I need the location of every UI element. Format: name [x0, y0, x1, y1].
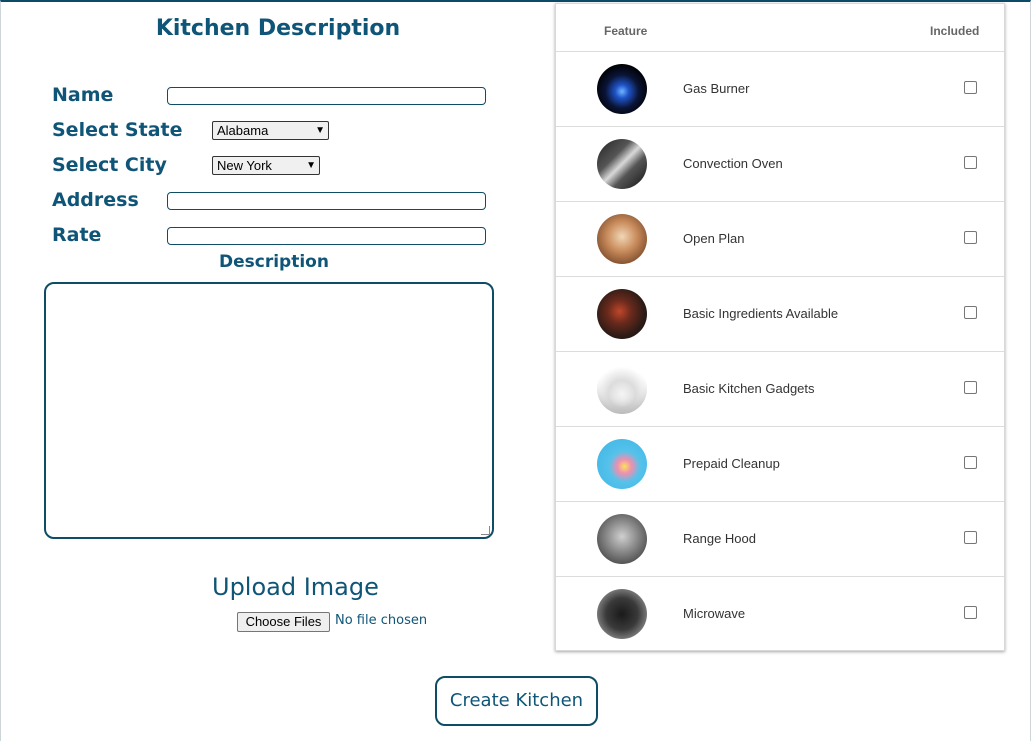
features-table: Feature Included Gas Burner Convection O…	[555, 3, 1005, 651]
feature-label: Convection Oven	[683, 156, 783, 171]
feature-row: Prepaid Cleanup	[556, 426, 1004, 502]
city-select[interactable]: New York ▼	[212, 156, 320, 175]
name-label: Name	[52, 84, 114, 106]
microwave-photo-icon	[597, 589, 647, 639]
feature-row: Open Plan	[556, 201, 1004, 277]
feature-row: Range Hood	[556, 501, 1004, 577]
feature-label: Basic Kitchen Gadgets	[683, 381, 815, 396]
included-checkbox[interactable]	[964, 456, 977, 469]
rate-input[interactable]	[167, 227, 486, 245]
included-checkbox[interactable]	[964, 531, 977, 544]
create-kitchen-button[interactable]: Create Kitchen	[435, 676, 598, 726]
chevron-down-icon: ▼	[315, 125, 325, 136]
feature-label: Prepaid Cleanup	[683, 456, 780, 471]
rate-label: Rate	[52, 224, 102, 246]
feature-label: Basic Ingredients Available	[683, 306, 839, 321]
cleanup-photo-icon	[597, 439, 647, 489]
feature-row: Convection Oven	[556, 126, 1004, 202]
feature-label: Open Plan	[683, 231, 745, 246]
included-checkbox[interactable]	[964, 231, 977, 244]
resize-handle-icon[interactable]	[481, 526, 490, 535]
included-checkbox[interactable]	[964, 81, 977, 94]
feature-label: Microwave	[683, 606, 746, 621]
chevron-down-icon: ▼	[306, 160, 316, 171]
included-checkbox[interactable]	[964, 606, 977, 619]
feature-label: Range Hood	[683, 531, 756, 546]
range-hood-photo-icon	[597, 514, 647, 564]
address-input[interactable]	[167, 192, 486, 210]
ingredients-photo-icon	[597, 289, 647, 339]
included-column-header: Included	[930, 24, 980, 38]
city-select-value: New York	[217, 158, 272, 173]
upload-image-label: Upload Image	[212, 573, 379, 601]
file-status-text: No file chosen	[335, 613, 428, 628]
feature-row: Basic Kitchen Gadgets	[556, 351, 1004, 427]
included-checkbox[interactable]	[964, 381, 977, 394]
feature-row: Basic Ingredients Available	[556, 276, 1004, 352]
open-plan-photo-icon	[597, 214, 647, 264]
gas-burner-photo-icon	[597, 64, 647, 114]
included-checkbox[interactable]	[964, 156, 977, 169]
feature-row: Microwave	[556, 576, 1004, 652]
name-input[interactable]	[167, 87, 486, 105]
included-checkbox[interactable]	[964, 306, 977, 319]
state-select[interactable]: Alabama ▼	[212, 121, 329, 140]
description-textarea[interactable]	[44, 282, 494, 539]
feature-column-header: Feature	[604, 24, 648, 38]
feature-row: Gas Burner	[556, 51, 1004, 127]
city-label: Select City	[52, 154, 167, 176]
page-title: Kitchen Description	[155, 16, 401, 41]
description-label: Description	[219, 252, 329, 272]
state-label: Select State	[52, 119, 183, 141]
convection-oven-photo-icon	[597, 139, 647, 189]
kitchen-gadgets-photo-icon	[597, 364, 647, 414]
state-select-value: Alabama	[217, 123, 269, 138]
choose-files-button[interactable]: Choose Files	[237, 612, 330, 632]
address-label: Address	[52, 189, 139, 211]
feature-label: Gas Burner	[683, 81, 750, 96]
